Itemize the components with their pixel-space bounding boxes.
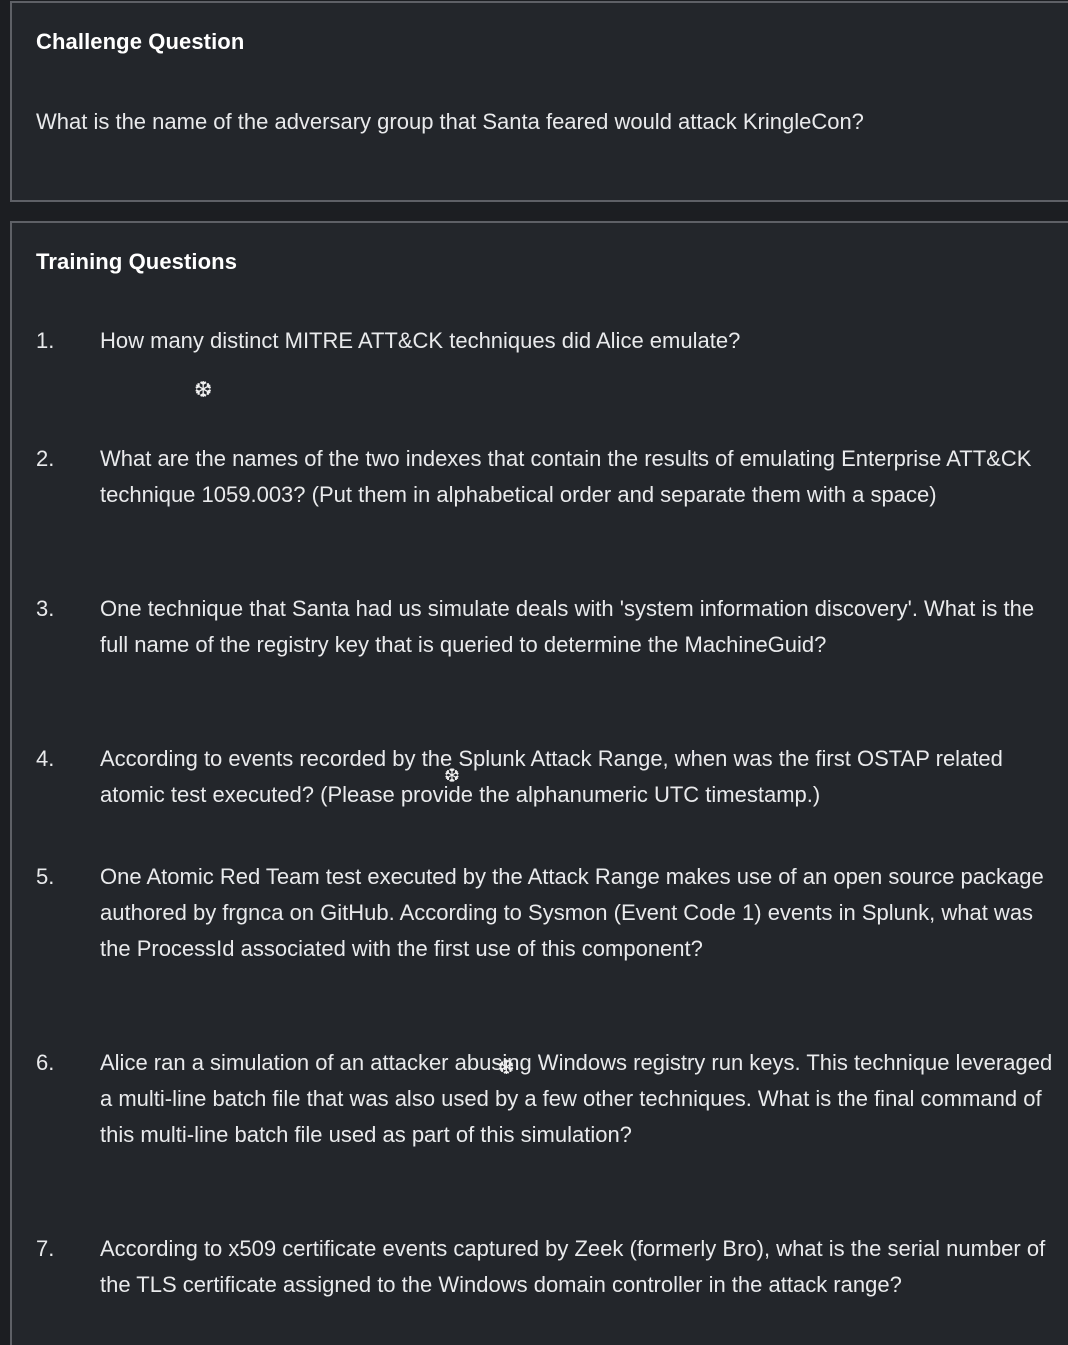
question-text: One technique that Santa had us simulate… xyxy=(100,596,1035,657)
challenge-question-text: What is the name of the adversary group … xyxy=(36,109,864,134)
training-questions-panel: Training Questions 1. How many distinct … xyxy=(10,221,1068,1345)
question-number: 2. xyxy=(36,446,55,471)
snowflake-icon: ❆ xyxy=(498,1057,515,1079)
question-text: How many distinct MITRE ATT&CK technique… xyxy=(100,328,741,353)
question-number: 1. xyxy=(36,328,55,353)
question-text: According to x509 certificate events cap… xyxy=(100,1236,1046,1297)
question-text: One Atomic Red Team test executed by the… xyxy=(100,864,1044,961)
page: Challenge Question What is the name of t… xyxy=(0,0,1068,1345)
challenge-question-panel: Challenge Question What is the name of t… xyxy=(10,1,1068,202)
question-number: 6. xyxy=(36,1050,55,1075)
question-text: According to events recorded by the Splu… xyxy=(100,746,1003,807)
snowflake-icon: ❆ xyxy=(444,766,460,787)
question-number: 4. xyxy=(36,746,55,771)
training-questions-title: Training Questions xyxy=(36,249,238,274)
question-text: Alice ran a simulation of an attacker ab… xyxy=(100,1050,1053,1147)
question-number: 7. xyxy=(36,1236,55,1261)
snowflake-icon: ❆ xyxy=(194,377,213,402)
challenge-question-title: Challenge Question xyxy=(36,29,245,54)
question-text: What are the names of the two indexes th… xyxy=(100,446,1032,507)
question-number: 5. xyxy=(36,864,55,889)
question-number: 3. xyxy=(36,596,55,621)
